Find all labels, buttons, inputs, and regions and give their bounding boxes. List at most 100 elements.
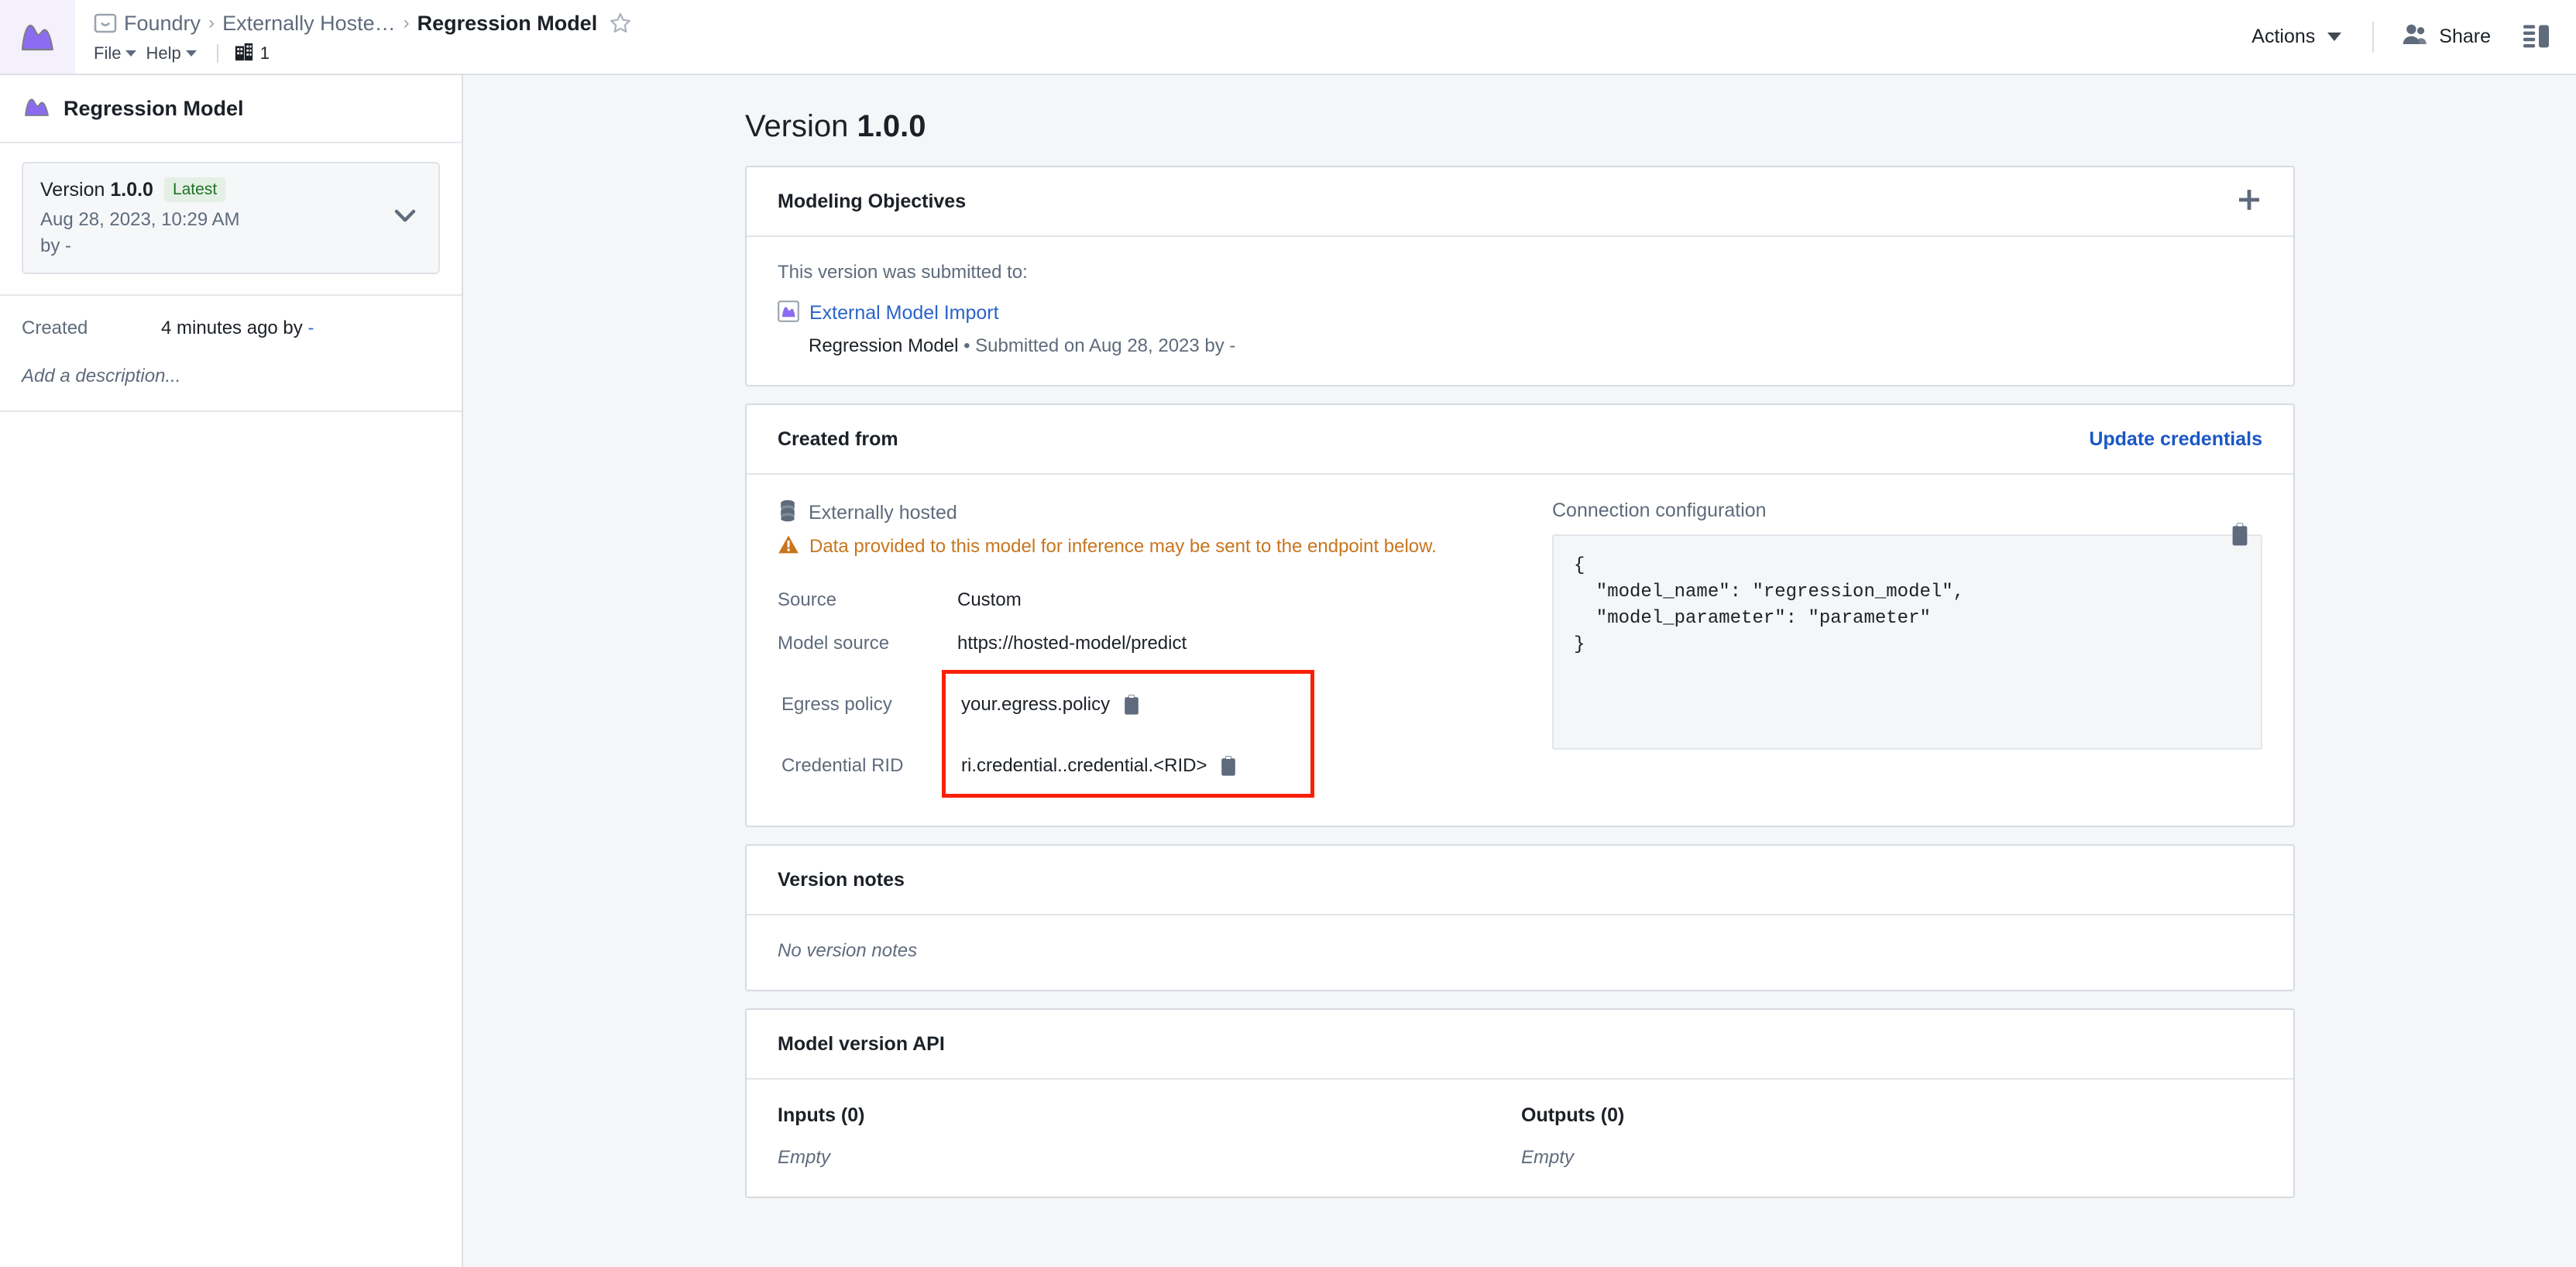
chevron-down-icon[interactable] (380, 199, 421, 235)
app-launcher-button[interactable] (0, 0, 75, 74)
created-from-title: Created from (778, 427, 898, 450)
side-panel-toggle-button[interactable] (2502, 14, 2556, 60)
version-selector-card[interactable]: Version 1.0.0 Latest Aug 28, 2023, 10:29… (22, 162, 440, 274)
version-notes-header: Version notes (747, 846, 2293, 915)
page-title-breadcrumb: Regression Model (417, 11, 598, 35)
warning-text: Data provided to this model for inferenc… (809, 535, 1437, 557)
update-credentials-button[interactable]: Update credentials (2089, 428, 2262, 451)
objective-link[interactable]: External Model Import (809, 302, 999, 324)
version-notes-card: Version notes No version notes (745, 844, 2295, 991)
version-author: by - (40, 235, 72, 256)
credential-rid-row: ri.credential..credential.<RID> (961, 746, 1295, 786)
version-prefix: Version (40, 178, 111, 201)
menu-help[interactable]: Help (146, 42, 201, 65)
breadcrumb-item-foundry[interactable]: Foundry (124, 12, 201, 36)
api-grid: Inputs (0) Empty Outputs (0) Empty (778, 1104, 2262, 1169)
warning-row: Data provided to this model for inferenc… (778, 534, 1521, 558)
sidebar-header: Regression Model (0, 75, 462, 143)
breadcrumb-item-externally-hosted[interactable]: Externally Hoste… (222, 12, 396, 36)
sidebar-title: Regression Model (64, 96, 244, 120)
chevron-down-icon (125, 50, 137, 57)
organization-icon (234, 42, 254, 66)
page-title: Version 1.0.0 (463, 75, 2576, 166)
created-author-link[interactable]: - (307, 318, 314, 338)
breadcrumb-separator: › (208, 12, 215, 33)
modeling-objectives-card: Modeling Objectives This version was sub… (745, 166, 2295, 386)
created-value: 4 minutes ago by - (161, 318, 314, 339)
left-sidebar: Regression Model Version 1.0.0 Latest Au… (0, 75, 463, 1267)
objective-sub-meta: • Submitted on Aug 28, 2023 by - (958, 335, 1236, 356)
credentials-labels-column: Egress policy Credential RID (781, 685, 946, 786)
page-title-version: 1.0.0 (857, 109, 926, 143)
egress-policy-label: Egress policy (781, 694, 892, 715)
model-source-label: Model source (778, 633, 890, 654)
connection-configuration-box: { "model_name": "regression_model", "mod… (1552, 523, 2262, 750)
created-from-header: Created from Update credentials (747, 405, 2293, 475)
externally-hosted-label: Externally hosted (809, 502, 957, 524)
model-version-api-card: Model version API Inputs (0) Empty Outpu… (745, 1008, 2295, 1198)
model-version-api-title: Model version API (778, 1032, 945, 1055)
model-version-api-body: Inputs (0) Empty Outputs (0) Empty (747, 1080, 2293, 1197)
folder-icon (94, 12, 117, 34)
version-notes-empty: No version notes (778, 940, 918, 961)
menu-bar: File Help 1 (94, 41, 2238, 66)
api-outputs-column: Outputs (0) Empty (1521, 1104, 2265, 1169)
submitted-to-label: This version was submitted to: (778, 262, 1028, 283)
clipboard-icon[interactable] (1219, 755, 1238, 777)
api-inputs-empty: Empty (778, 1147, 831, 1168)
model-source-row: Model source https://hosted-model/predic… (778, 622, 1521, 665)
objective-sub-name: Regression Model (809, 335, 959, 356)
top-bar-right: Actions Share (2238, 0, 2576, 74)
menu-divider (216, 44, 218, 63)
externally-hosted-row: Externally hosted (778, 500, 1521, 527)
warning-triangle-icon (778, 534, 799, 558)
mountain-logo-icon (18, 20, 58, 54)
clipboard-icon[interactable] (1122, 694, 1141, 716)
objective-link-row: External Model Import (778, 300, 2262, 326)
star-icon[interactable] (604, 12, 632, 35)
api-outputs-empty: Empty (1521, 1147, 1575, 1168)
created-from-left-column: Externally hosted Data provided to this … (778, 500, 1521, 798)
sidebar-version-section: Version 1.0.0 Latest Aug 28, 2023, 10:29… (0, 143, 462, 296)
api-outputs-title: Outputs (0) (1521, 1104, 1625, 1126)
page-title-prefix: Version (745, 109, 857, 143)
api-inputs-column: Inputs (0) Empty (778, 1104, 1521, 1169)
connection-configuration-code: { "model_name": "regression_model", "mod… (1574, 555, 1965, 656)
version-timestamp: Aug 28, 2023, 10:29 AM (40, 209, 240, 230)
model-source-link[interactable]: https://hosted-model/predict (957, 633, 1187, 654)
modeling-objectives-body: This version was submitted to: External … (747, 237, 2293, 385)
modeling-objectives-header: Modeling Objectives (747, 167, 2293, 237)
organization-count: 1 (259, 43, 270, 63)
actions-button[interactable]: Actions (2238, 18, 2355, 56)
sidebar-metadata: Created 4 minutes ago by - Add a descrip… (0, 296, 462, 412)
credential-rid-label: Credential RID (781, 755, 904, 776)
version-card-text: Version 1.0.0 Latest Aug 28, 2023, 10:29… (40, 177, 380, 257)
share-button[interactable]: Share (2391, 15, 2502, 59)
description-input[interactable]: Add a description... (22, 366, 440, 387)
add-modeling-objective-button[interactable] (2236, 187, 2262, 217)
egress-policy-value: your.egress.policy (961, 694, 1111, 715)
clipboard-icon[interactable] (2230, 522, 2250, 551)
menu-file[interactable]: File (94, 42, 141, 65)
created-value-text: 4 minutes ago by (161, 318, 308, 338)
version-notes-title: Version notes (778, 868, 905, 891)
model-mountain-icon (23, 96, 51, 122)
api-inputs-title: Inputs (0) (778, 1104, 865, 1126)
top-bar: Foundry › Externally Hoste… › Regression… (0, 0, 2576, 75)
breadcrumb: Foundry › Externally Hoste… › Regression… (94, 9, 2238, 38)
created-from-right-column: Connection configuration { "model_name":… (1521, 500, 2262, 798)
model-source-value: https://hosted-model/predict (957, 633, 1187, 654)
created-row: Created 4 minutes ago by - (22, 318, 440, 339)
actions-label: Actions (2251, 26, 2316, 47)
version-number: 1.0.0 (110, 178, 153, 201)
model-mountain-icon (778, 300, 799, 326)
toolbar-divider (2372, 21, 2375, 53)
modeling-objectives-title: Modeling Objectives (778, 190, 967, 212)
top-bar-left: Foundry › Externally Hoste… › Regression… (75, 0, 2238, 74)
objective-submission-meta: Regression Model • Submitted on Aug 28, … (778, 335, 2262, 357)
version-notes-body: No version notes (747, 915, 2293, 990)
plus-icon (2236, 187, 2262, 217)
organization-badge[interactable]: 1 (234, 42, 270, 66)
chevron-down-icon (2327, 33, 2342, 41)
database-icon (778, 500, 798, 527)
